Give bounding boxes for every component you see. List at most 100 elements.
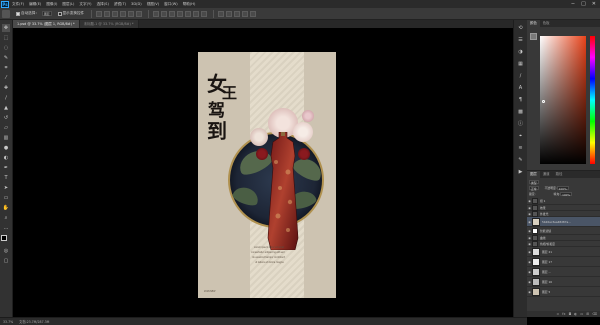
actions-panel-icon[interactable]: ▶ [517, 168, 525, 176]
brush-panel-icon[interactable]: ∕ [517, 72, 525, 80]
gradient-tool-icon[interactable]: ▥ [2, 134, 10, 142]
crop-tool-icon[interactable]: ⌗ [2, 64, 10, 72]
menu-type[interactable]: 文字(Y) [79, 2, 91, 7]
history-panel-icon[interactable]: ⟲ [517, 24, 525, 32]
menu-window[interactable]: 窗口(W) [164, 2, 178, 7]
menu-file[interactable]: 文件(F) [12, 2, 24, 7]
align-vcenter-button[interactable] [104, 10, 111, 17]
layer-row[interactable]: ◉ 图层 ... [527, 267, 600, 277]
swatches-panel-icon[interactable]: ▩ [517, 108, 525, 116]
history-brush-tool-icon[interactable]: ↺ [2, 114, 10, 122]
eraser-tool-icon[interactable]: ▱ [2, 124, 10, 132]
show-transform-checkbox[interactable] [57, 11, 62, 16]
character-panel-icon[interactable]: A [517, 84, 525, 92]
menu-image[interactable]: 图像(I) [46, 2, 57, 7]
tab-paths[interactable]: 路径 [553, 171, 566, 178]
align-top-button[interactable] [96, 10, 103, 17]
quick-select-tool-icon[interactable]: ✎ [2, 54, 10, 62]
stamp-tool-icon[interactable]: ▲ [2, 104, 10, 112]
mask-icon[interactable]: ◘ [568, 312, 571, 316]
tab-layers[interactable]: 图层 [527, 171, 540, 178]
distribute-vcenter-button[interactable] [161, 10, 168, 17]
layer-row[interactable]: ◉ 图层 17 [527, 257, 600, 267]
link-icon[interactable]: ∞ [556, 312, 559, 316]
marquee-tool-icon[interactable]: ⬚ [2, 34, 10, 42]
align-bottom-button[interactable] [112, 10, 119, 17]
menu-layer[interactable]: 图层(L) [62, 2, 74, 7]
type-tool-icon[interactable]: T [2, 174, 10, 182]
quick-mask-icon[interactable]: ◎ [2, 247, 10, 255]
healing-tool-icon[interactable]: ✚ [2, 84, 10, 92]
brush-tool-icon[interactable]: ∕ [2, 94, 10, 102]
tab-channels[interactable]: 通道 [540, 171, 553, 178]
paths-panel-icon[interactable]: ✎ [517, 156, 525, 164]
3d-mode-button[interactable] [218, 10, 225, 17]
poster-artboard[interactable]: 女 王 驾 到 Lorem ipsum dolor sit amet conse… [198, 52, 336, 298]
move-tool-preset-icon[interactable] [2, 9, 10, 18]
dodge-tool-icon[interactable]: ◐ [2, 154, 10, 162]
document-tab[interactable]: 未标题-1 @ 33.7% (RGB/8#) * [79, 20, 139, 28]
3d-mode-button[interactable] [234, 10, 241, 17]
eyedropper-tool-icon[interactable]: ⁄ [2, 74, 10, 82]
menu-3d[interactable]: 3D(D) [131, 2, 142, 6]
navigator-panel-icon[interactable]: ⌖ [517, 132, 525, 140]
layer-row[interactable]: ◉ 图层 21 [527, 247, 600, 257]
hand-tool-icon[interactable]: ✋ [2, 204, 10, 212]
menu-view[interactable]: 视图(V) [147, 2, 159, 7]
layer-row[interactable]: ◉ 图层 5 [527, 287, 600, 297]
info-panel-icon[interactable]: ⓘ [517, 120, 525, 128]
foreground-color-swatch[interactable] [1, 235, 7, 241]
layer-kind-filter[interactable]: 类型 [529, 179, 539, 185]
styles-panel-icon[interactable]: ▦ [517, 60, 525, 68]
menu-filter[interactable]: 滤镜(T) [114, 2, 126, 7]
move-tool-icon[interactable]: ✥ [2, 24, 10, 32]
paragraph-panel-icon[interactable]: ¶ [517, 96, 525, 104]
color-picker-handle[interactable] [542, 100, 545, 103]
tab-swatches[interactable]: 色板 [540, 20, 553, 27]
distribute-left-button[interactable] [177, 10, 184, 17]
trash-icon[interactable]: ⌫ [592, 312, 597, 316]
align-right-button[interactable] [136, 10, 143, 17]
menu-select[interactable]: 选择(S) [97, 2, 109, 7]
screen-mode-icon[interactable]: ▢ [2, 257, 10, 265]
canvas-area[interactable]: 女 王 驾 到 Lorem ipsum dolor sit amet conse… [13, 28, 513, 318]
path-select-tool-icon[interactable]: ➤ [2, 184, 10, 192]
layer-row-selected[interactable]: ◉ 5b26ac3ea48d87a... [527, 217, 600, 227]
blend-mode-dropdown[interactable]: 正常 [529, 185, 539, 191]
properties-panel-icon[interactable]: ☰ [517, 36, 525, 44]
document-tab[interactable]: 1.psd @ 33.7% (图层 1, RGB/8#) * [13, 20, 80, 28]
fill-field[interactable]: 100% [560, 191, 573, 197]
adjustments-panel-icon[interactable]: ◑ [517, 48, 525, 56]
lasso-tool-icon[interactable]: ◌ [2, 44, 10, 52]
maximize-icon[interactable]: □ [581, 1, 586, 7]
hue-slider[interactable] [590, 36, 595, 164]
3d-mode-button[interactable] [242, 10, 249, 17]
opacity-field[interactable]: 100% [556, 185, 569, 191]
layer-row[interactable]: ◉ 图层 16 [527, 277, 600, 287]
tab-color[interactable]: 颜色 [527, 20, 540, 27]
align-left-button[interactable] [120, 10, 127, 17]
color-swatches[interactable] [1, 235, 11, 246]
more-tools-icon[interactable]: … [2, 224, 10, 232]
fx-icon[interactable]: fx [562, 312, 565, 316]
zoom-tool-icon[interactable]: ⌕ [2, 214, 10, 222]
close-icon[interactable]: ✕ [592, 1, 596, 7]
auto-select-target-dropdown[interactable]: 图层 [41, 11, 52, 16]
folder-icon[interactable]: ▭ [580, 312, 583, 316]
zoom-level[interactable]: 33.7% [3, 320, 13, 324]
distribute-hcenter-button[interactable] [185, 10, 192, 17]
3d-mode-button[interactable] [250, 10, 257, 17]
3d-mode-button[interactable] [226, 10, 233, 17]
align-hcenter-button[interactable] [128, 10, 135, 17]
auto-select-checkbox[interactable] [16, 11, 20, 16]
adjustment-icon[interactable]: ◐ [574, 312, 577, 316]
distribute-right-button[interactable] [193, 10, 200, 17]
color-picker-field[interactable] [540, 36, 586, 164]
blur-tool-icon[interactable]: ● [2, 144, 10, 152]
distribute-bottom-button[interactable] [169, 10, 176, 17]
new-layer-icon[interactable]: ⊞ [586, 312, 589, 316]
distribute-top-button[interactable] [153, 10, 160, 17]
minimize-icon[interactable]: − [571, 1, 575, 7]
current-color-swatch[interactable] [530, 33, 537, 40]
auto-align-button[interactable] [201, 10, 208, 17]
